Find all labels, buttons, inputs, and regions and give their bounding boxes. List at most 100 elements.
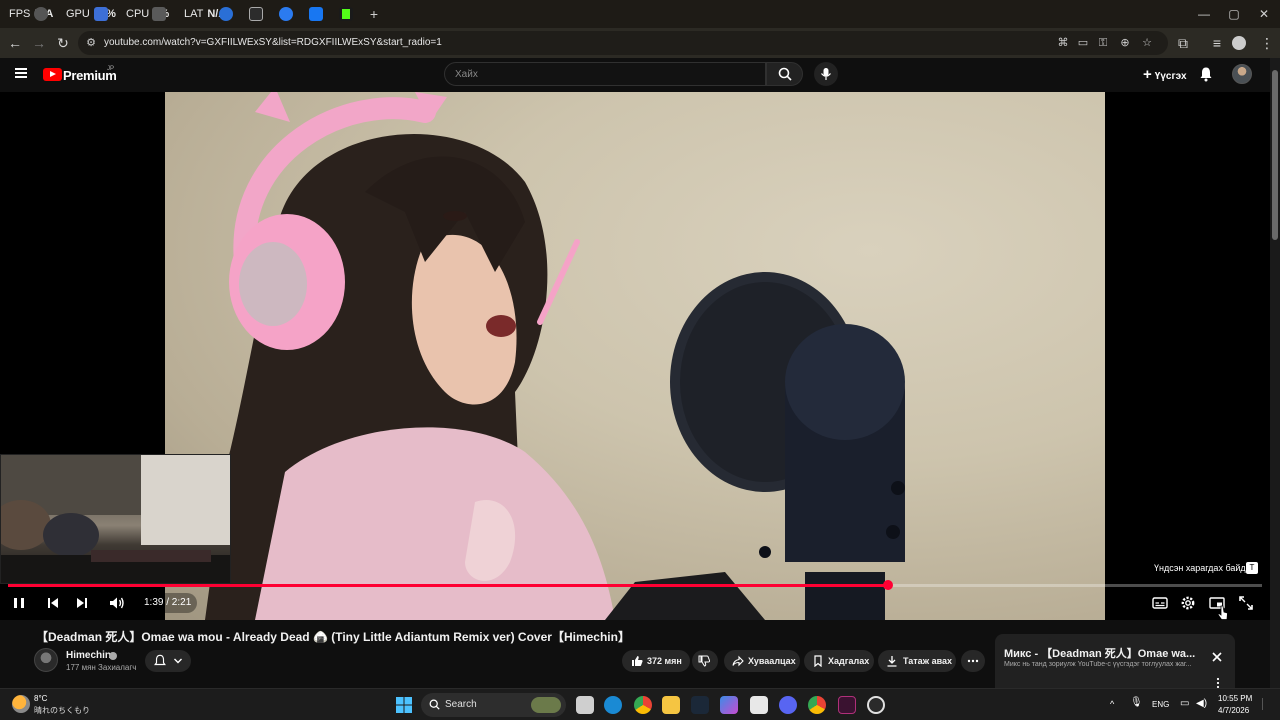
- url-text[interactable]: youtube.com/watch?v=GXFIILWExSY&list=RDG…: [104, 37, 442, 48]
- fullscreen-button[interactable]: [1237, 594, 1255, 612]
- weather-icon[interactable]: [12, 695, 30, 713]
- tab-favicon-tab-icon[interactable]: [152, 7, 166, 21]
- steam-icon[interactable]: [691, 696, 709, 714]
- subtitles-button[interactable]: [1151, 594, 1169, 612]
- new-tab-button[interactable]: +: [366, 6, 382, 22]
- weather-temperature[interactable]: 8°C: [34, 694, 47, 703]
- translate-icon[interactable]: ⌘: [1056, 36, 1070, 50]
- file-explorer-icon[interactable]: [662, 696, 680, 714]
- tray-overflow-icon[interactable]: ^: [1110, 699, 1114, 709]
- search-input[interactable]: [455, 67, 755, 82]
- network-icon[interactable]: ▭: [1180, 698, 1189, 709]
- mix-title[interactable]: Микс - 【Deadman 死人】Omae wa...: [1004, 645, 1204, 661]
- search-icon: [778, 67, 792, 81]
- voice-search-button[interactable]: [814, 62, 838, 86]
- chrome-active-icon[interactable]: [634, 696, 652, 714]
- app-icon[interactable]: [838, 696, 856, 714]
- notifications-button[interactable]: [1198, 66, 1216, 84]
- verified-badge-icon: [109, 652, 117, 660]
- task-view-icon[interactable]: [576, 696, 594, 714]
- windows-start-icon[interactable]: [396, 697, 412, 713]
- chevron-down-icon: [174, 658, 182, 664]
- microphone-tray-icon[interactable]: 🎙: [1130, 697, 1143, 708]
- discord-icon[interactable]: [779, 696, 797, 714]
- volume-button[interactable]: [108, 594, 126, 612]
- back-button[interactable]: ←: [6, 34, 24, 52]
- restore-button[interactable]: ▢: [1226, 6, 1242, 22]
- tab-favicon-tools-icon[interactable]: [94, 7, 108, 21]
- youtube-header: Premium JP +Үүсгэх: [0, 58, 1270, 92]
- share-button[interactable]: Хуваалцах: [724, 650, 800, 672]
- reload-button[interactable]: ↻: [54, 34, 72, 52]
- youtube-logo-icon[interactable]: [43, 68, 62, 81]
- tab-favicon-diamond-icon[interactable]: [249, 7, 263, 21]
- clock-date[interactable]: 4/7/2026: [1218, 706, 1249, 715]
- ambient-mode-toggle[interactable]: T: [1246, 562, 1258, 574]
- tab-favicon-refresh-icon[interactable]: [219, 7, 233, 21]
- plus-icon: +: [1143, 66, 1152, 83]
- more-horizontal-icon: [967, 659, 979, 663]
- picture-in-picture-camera[interactable]: [0, 454, 231, 584]
- download-button[interactable]: Татаж авах: [878, 650, 956, 672]
- tab-favicon-messenger-icon[interactable]: [279, 7, 293, 21]
- more-actions-button[interactable]: [961, 650, 985, 672]
- tab-favicon-facebook-icon[interactable]: [309, 7, 323, 21]
- video-frame[interactable]: [165, 92, 1105, 620]
- subscription-bell-button[interactable]: [145, 650, 191, 672]
- bell-icon: [154, 654, 166, 666]
- reading-list-icon[interactable]: ≡: [1208, 34, 1226, 52]
- search-button[interactable]: [766, 62, 803, 86]
- progress-bar[interactable]: [8, 580, 1262, 590]
- chrome-icon[interactable]: [808, 696, 826, 714]
- password-key-icon[interactable]: ⚿: [1096, 36, 1110, 50]
- browser-menu-icon[interactable]: ⋮: [1258, 34, 1276, 52]
- search-icon: [429, 699, 440, 710]
- microsoft-store-icon[interactable]: [750, 696, 768, 714]
- profile-avatar-icon[interactable]: [1232, 36, 1246, 50]
- weather-description[interactable]: 晴れのちくもり: [34, 705, 90, 716]
- mix-description: Микс нь танд зориулж YouTube-с үүсгэдэг …: [1004, 661, 1192, 668]
- channel-name[interactable]: Himechin: [66, 650, 111, 661]
- webcam-scene-image: [1, 455, 230, 583]
- account-avatar[interactable]: [1232, 64, 1252, 84]
- time-display: 1:39 / 2:21: [138, 593, 198, 613]
- settings-gear-icon[interactable]: [1179, 594, 1197, 612]
- dislike-button[interactable]: [692, 650, 718, 672]
- bookmark-icon: [814, 655, 822, 667]
- tab-favicon-kick-icon[interactable]: [339, 7, 353, 21]
- mix-playlist-card[interactable]: Микс - 【Deadman 死人】Omae wa... Микс нь та…: [995, 634, 1235, 689]
- windows-taskbar: 8°C 晴れのちくもり Search ^ 🎙 ENG ▭ ◀) 10:55 PM…: [0, 688, 1280, 720]
- copilot-icon[interactable]: [720, 696, 738, 714]
- previous-button[interactable]: [44, 594, 62, 612]
- create-button[interactable]: + Үүсгэх: [1135, 64, 1195, 86]
- address-bar[interactable]: ⚙ youtube.com/watch?v=GXFIILWExSY&list=R…: [78, 31, 1168, 55]
- bookmark-star-icon[interactable]: ☆: [1140, 36, 1154, 50]
- volume-tray-icon[interactable]: ◀): [1196, 698, 1207, 709]
- save-button[interactable]: Хадгалах: [804, 650, 874, 672]
- tab-favicon-github-icon[interactable]: [34, 7, 48, 21]
- guide-menu-icon[interactable]: [15, 68, 27, 78]
- scrollbar-thumb[interactable]: [1272, 70, 1278, 240]
- notifications-tray-icon[interactable]: [1262, 698, 1272, 710]
- input-language[interactable]: ENG: [1152, 700, 1169, 709]
- like-button[interactable]: 372 мян: [622, 650, 690, 672]
- clock-time[interactable]: 10:55 PM: [1218, 694, 1252, 703]
- recording-icon[interactable]: [867, 696, 885, 714]
- extensions-icon[interactable]: ⧉: [1174, 34, 1192, 52]
- site-info-icon[interactable]: ⚙: [84, 36, 98, 50]
- page-scrollbar[interactable]: [1270, 58, 1280, 688]
- search-box[interactable]: [444, 62, 766, 86]
- taskbar-search-box[interactable]: Search: [421, 693, 566, 717]
- minimize-button[interactable]: —: [1196, 6, 1212, 22]
- cast-icon[interactable]: ▭: [1076, 36, 1090, 50]
- channel-avatar[interactable]: [34, 648, 58, 672]
- close-icon[interactable]: [1209, 649, 1225, 665]
- mouse-cursor-icon: [1217, 605, 1228, 620]
- zoom-icon[interactable]: ⊕: [1118, 36, 1132, 50]
- video-player[interactable]: Үндсэн харагдах байдал T 1:39 / 2:21: [0, 92, 1270, 620]
- edge-browser-icon[interactable]: [604, 696, 622, 714]
- close-window-button[interactable]: ✕: [1256, 6, 1272, 22]
- pause-button[interactable]: [10, 594, 28, 612]
- forward-button[interactable]: →: [30, 34, 48, 52]
- next-button[interactable]: [73, 594, 91, 612]
